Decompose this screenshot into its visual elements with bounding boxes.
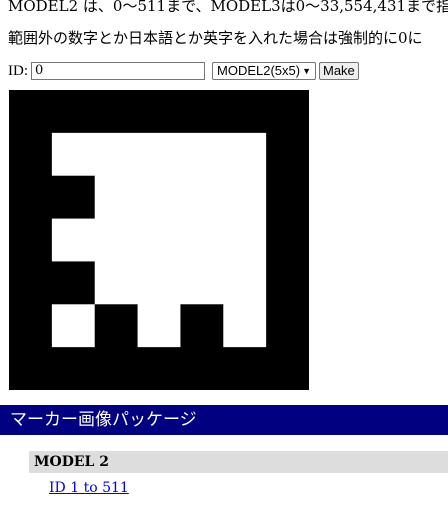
marker-cell bbox=[51, 304, 96, 348]
marker-cell bbox=[51, 261, 96, 305]
marker-cell bbox=[223, 218, 267, 262]
marker-cell bbox=[266, 132, 309, 177]
marker-cell bbox=[223, 304, 267, 348]
model-select-value: MODEL2(5x5) bbox=[217, 63, 301, 78]
marker-cell bbox=[266, 90, 309, 134]
make-button[interactable]: Make bbox=[319, 62, 359, 80]
marker-cell bbox=[223, 347, 267, 390]
marker-cell bbox=[94, 347, 139, 390]
marker-cell bbox=[180, 347, 224, 390]
marker-cell bbox=[137, 218, 181, 262]
marker-cell bbox=[266, 218, 309, 262]
marker-cell bbox=[180, 132, 224, 177]
marker-cell bbox=[266, 347, 309, 390]
marker-cell bbox=[9, 132, 53, 177]
marker-cell bbox=[51, 175, 96, 220]
marker-cell bbox=[94, 90, 139, 134]
marker-cell bbox=[9, 261, 53, 305]
marker-cell bbox=[9, 218, 53, 262]
chevron-down-icon: ▼ bbox=[302, 66, 311, 76]
marker-cell bbox=[266, 304, 309, 348]
id-range-link[interactable]: ID 1 to 511 bbox=[49, 480, 129, 496]
marker-cell bbox=[180, 304, 224, 348]
marker-cell bbox=[223, 132, 267, 177]
marker-cell bbox=[223, 175, 267, 220]
intro-text-line-1: MODEL2 は、0〜511まで、MODEL3は0〜33,554,431まで指定 bbox=[8, 0, 448, 15]
section-title-model2: MODEL 2 bbox=[29, 451, 448, 473]
intro-text-line-2: 範囲外の数字とか日本語とか英字を入れた場合は強制的に0に bbox=[8, 29, 423, 47]
marker-cell bbox=[94, 218, 139, 262]
marker-cell bbox=[51, 218, 96, 262]
marker-cell bbox=[51, 347, 96, 390]
id-input[interactable]: 0 bbox=[31, 62, 205, 80]
marker-cell bbox=[9, 175, 53, 220]
marker-cell bbox=[180, 261, 224, 305]
marker-cell bbox=[137, 261, 181, 305]
model-select[interactable]: MODEL2(5x5) ▼ bbox=[212, 62, 316, 80]
marker-cell bbox=[180, 218, 224, 262]
marker-cell bbox=[94, 132, 139, 177]
marker-cell bbox=[137, 132, 181, 177]
marker-cell bbox=[94, 261, 139, 305]
marker-cell bbox=[266, 175, 309, 220]
package-header: マーカー画像パッケージ bbox=[0, 405, 448, 435]
marker-cell bbox=[137, 90, 181, 134]
marker-cell bbox=[51, 90, 96, 134]
marker-cell bbox=[180, 175, 224, 220]
marker-cell bbox=[9, 304, 53, 348]
marker-cell bbox=[94, 304, 139, 348]
marker-cell bbox=[137, 347, 181, 390]
marker-cell bbox=[9, 90, 53, 134]
marker-cell bbox=[266, 261, 309, 305]
marker-cell bbox=[223, 90, 267, 134]
marker-cell bbox=[180, 90, 224, 134]
marker-cell bbox=[9, 347, 53, 390]
id-label: ID: bbox=[8, 62, 28, 79]
marker-image bbox=[9, 90, 309, 390]
marker-cell bbox=[94, 175, 139, 220]
marker-cell bbox=[137, 304, 181, 348]
marker-cell bbox=[137, 175, 181, 220]
marker-form: ID: 0 MODEL2(5x5) ▼ Make bbox=[8, 60, 359, 82]
marker-cell bbox=[223, 261, 267, 305]
marker-cell bbox=[51, 132, 96, 177]
